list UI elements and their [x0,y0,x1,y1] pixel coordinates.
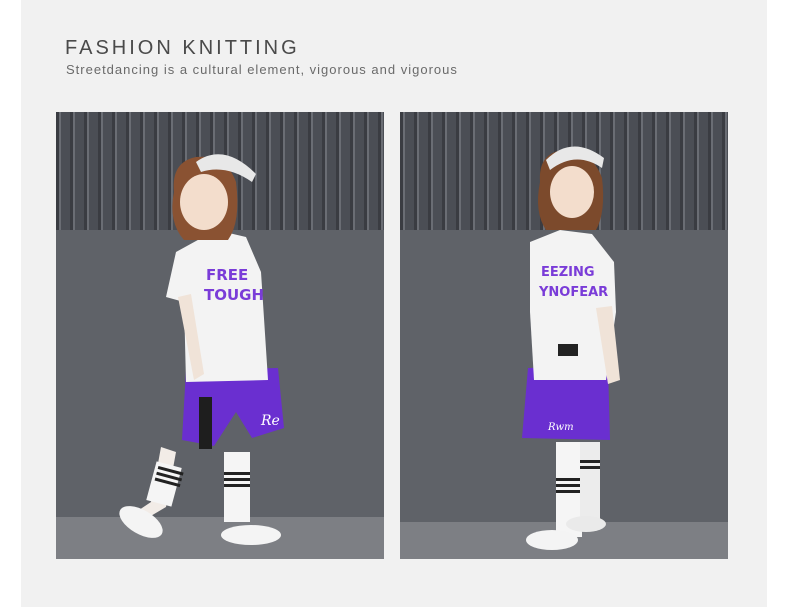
page-subtitle: Streetdancing is a cultural element, vig… [66,62,458,77]
svg-text:EEZING: EEZING [541,265,595,280]
child-model-photo-icon: Rwm EEZING YNOFEAR [400,112,728,559]
model-photo-left: Re FREE TOUGH [56,112,384,559]
svg-text:FREE: FREE [206,266,248,284]
child-model-photo-icon: Re FREE TOUGH [56,112,384,559]
page-title: FASHION KNITTING [65,37,300,59]
model-photo-right: Rwm EEZING YNOFEAR [400,112,728,559]
svg-text:Re: Re [260,413,280,429]
svg-text:YNOFEAR: YNOFEAR [538,285,608,300]
content-panel: FASHION KNITTING Streetdancing is a cult… [21,0,767,607]
svg-text:TOUGH: TOUGH [204,286,264,304]
svg-text:Rwm: Rwm [547,422,574,433]
